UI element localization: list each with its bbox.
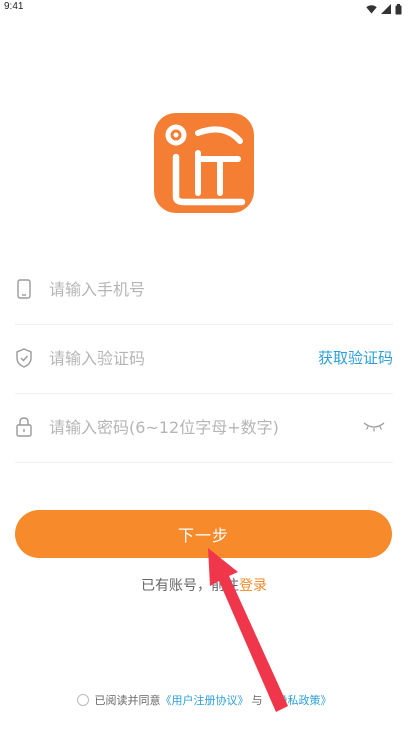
phone-field-row	[15, 255, 393, 325]
lock-icon	[16, 417, 32, 437]
code-field-row: 获取验证码	[15, 324, 393, 394]
privacy-policy-link[interactable]: 《隐私政策》	[266, 692, 332, 708]
eye-closed-icon[interactable]	[363, 421, 385, 433]
have-account-text: 已有账号，前往	[141, 578, 239, 594]
agree-checkbox[interactable]	[76, 694, 89, 706]
login-link[interactable]: 登录	[239, 578, 267, 594]
agreement-row: 已阅读并同意 《用户注册协议》 与 《隐私政策》	[0, 692, 408, 708]
status-icons	[366, 3, 402, 15]
password-field-row	[15, 393, 393, 463]
user-agreement-link[interactable]: 《用户注册协议》	[161, 692, 249, 708]
login-prompt: 已有账号，前往登录	[0, 575, 408, 595]
signal-icon	[381, 4, 391, 14]
battery-icon	[395, 3, 402, 14]
phone-input[interactable]	[49, 271, 309, 307]
status-time: 9:41	[4, 1, 24, 12]
wifi-icon	[366, 5, 377, 14]
next-step-button[interactable]: 下一步	[15, 510, 392, 558]
status-bar: 9:41	[0, 0, 408, 20]
app-logo-icon	[154, 113, 254, 213]
agreement-prefix: 已阅读并同意	[94, 694, 161, 707]
phone-icon	[17, 279, 31, 299]
agreement-conjunction: 与	[251, 694, 263, 707]
get-code-button[interactable]: 获取验证码	[318, 347, 393, 368]
shield-icon	[16, 348, 32, 368]
code-input[interactable]	[49, 340, 309, 376]
password-input[interactable]	[49, 409, 369, 445]
